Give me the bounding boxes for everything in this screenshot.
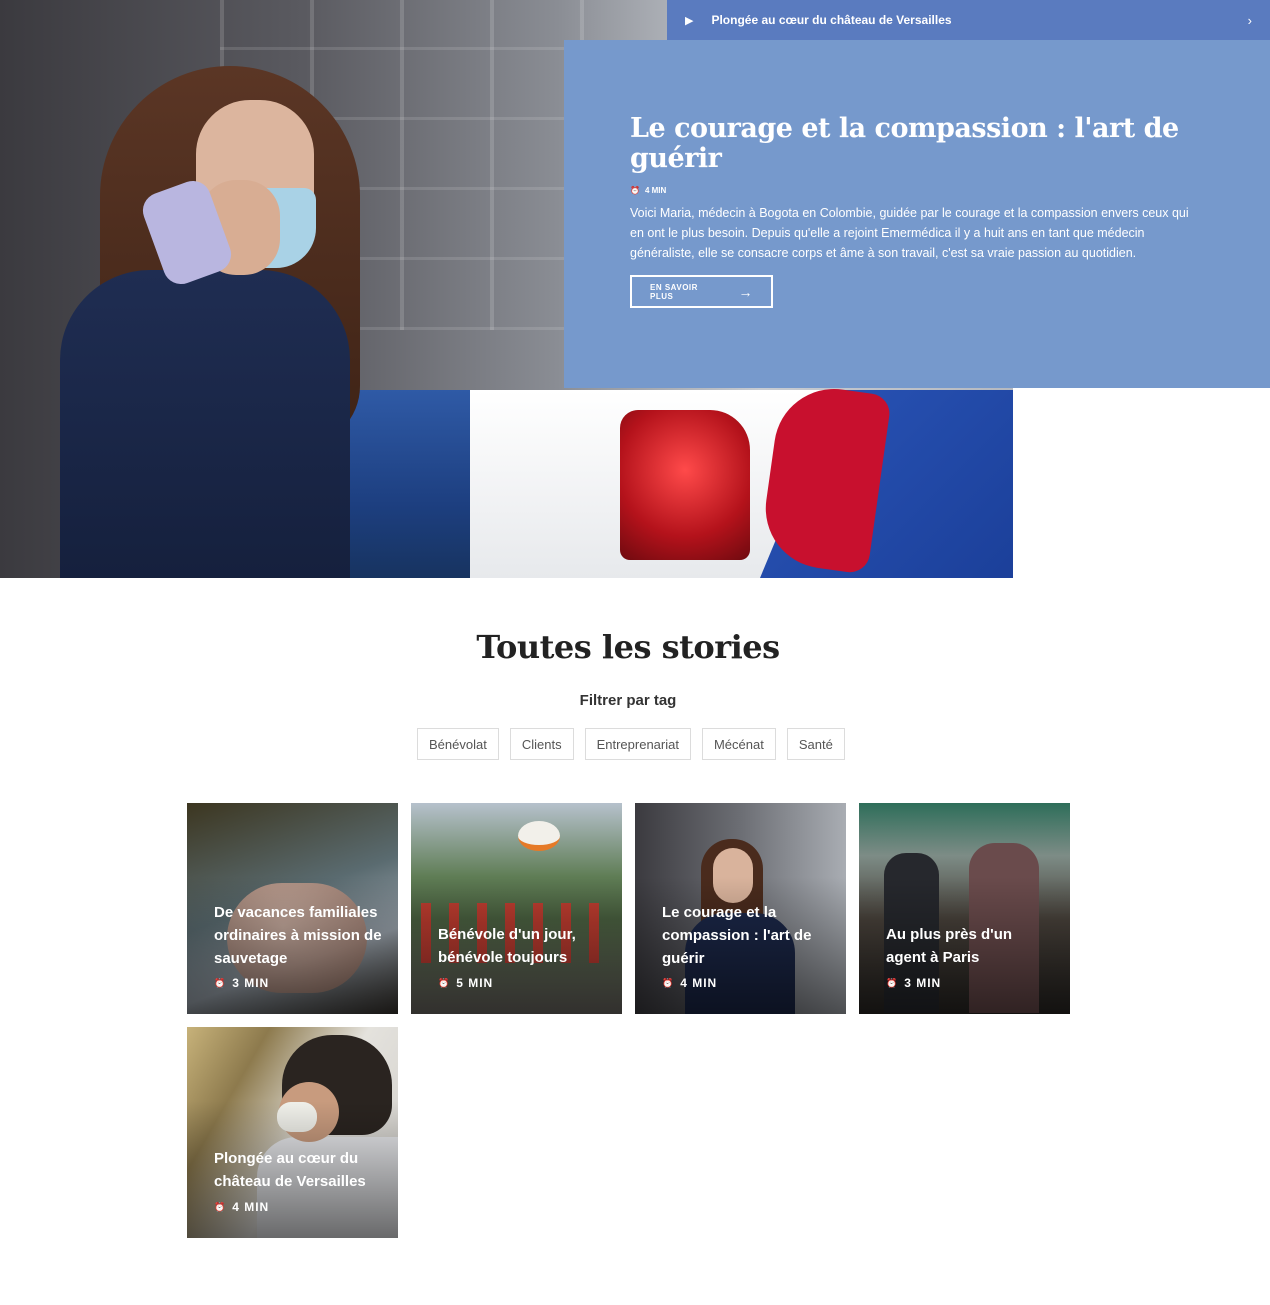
story-card-meta: ⏰ 3 MIN [886,976,941,990]
clock-icon: ⏰ [630,186,640,195]
arrow-right-icon: → [738,283,753,300]
story-card[interactable]: Bénévole d'un jour, bénévole toujours ⏰ … [411,803,622,1014]
ambulance-taillight [620,410,750,560]
next-story-bar[interactable]: ▶ Plongée au cœur du château de Versaill… [667,0,1270,40]
clock-icon: ⏰ [214,1201,227,1212]
clock-icon: ⏰ [214,977,227,988]
story-card-read-time: 3 MIN [232,976,270,990]
story-card[interactable]: Plongée au cœur du château de Versailles… [187,1027,398,1238]
story-card[interactable]: Au plus près d'un agent à Paris ⏰ 3 MIN [859,803,1070,1014]
learn-more-button[interactable]: EN SAVOIR PLUS → [630,275,773,308]
story-card-title: Bénévole d'un jour, bénévole toujours [438,926,576,966]
story-card-meta: ⏰ 4 MIN [214,1200,269,1214]
story-card-meta: ⏰ 5 MIN [438,976,493,990]
story-card-read-time: 4 MIN [232,1200,270,1214]
tag-clients[interactable]: Clients [509,728,574,760]
story-card-title: Le courage et la compassion : l'art de g… [662,904,812,967]
section-title: Toutes les stories [476,628,780,666]
story-card-title: De vacances familiales ordinaires à miss… [214,904,382,967]
tag-sante[interactable]: Santé [786,728,845,760]
feature-read-time: ⏰ 4 MIN [630,186,1204,195]
doctor-scrubs [60,270,350,578]
play-icon: ▶ [685,14,694,27]
story-card-read-time: 3 MIN [904,976,942,990]
learn-more-label: EN SAVOIR PLUS [650,282,698,301]
story-card[interactable]: De vacances familiales ordinaires à miss… [187,803,398,1014]
clock-icon: ⏰ [886,977,899,988]
story-card-meta: ⏰ 3 MIN [214,976,269,990]
feature-read-time-label: 4 MIN [644,186,667,195]
clock-icon: ⏰ [662,977,675,988]
story-card-title: Au plus près d'un agent à Paris [886,926,1013,966]
tag-filter-list: Bénévolat Clients Entreprenariat Mécénat… [417,728,845,760]
tag-benevolat[interactable]: Bénévolat [417,728,499,760]
tag-entreprenariat[interactable]: Entreprenariat [584,728,691,760]
story-card-meta: ⏰ 4 MIN [662,976,717,990]
clock-icon: ⏰ [438,977,451,988]
story-card-read-time: 4 MIN [680,976,718,990]
chevron-right-icon[interactable]: › [1248,13,1252,28]
next-story-label: Plongée au cœur du château de Versailles [711,13,952,27]
feature-title: Le courage et la compassion : l'art de g… [630,113,1179,174]
story-card-title: Plongée au cœur du château de Versailles [214,1150,366,1190]
story-card[interactable]: Le courage et la compassion : l'art de g… [635,803,846,1014]
feature-panel: Le courage et la compassion : l'art de g… [564,40,1270,388]
feature-description: Voici Maria, médecin à Bogota en Colombi… [630,206,1189,260]
tag-mecenat[interactable]: Mécénat [701,728,776,760]
story-card-read-time: 5 MIN [456,976,494,990]
filter-label: Filtrer par tag [579,692,677,709]
